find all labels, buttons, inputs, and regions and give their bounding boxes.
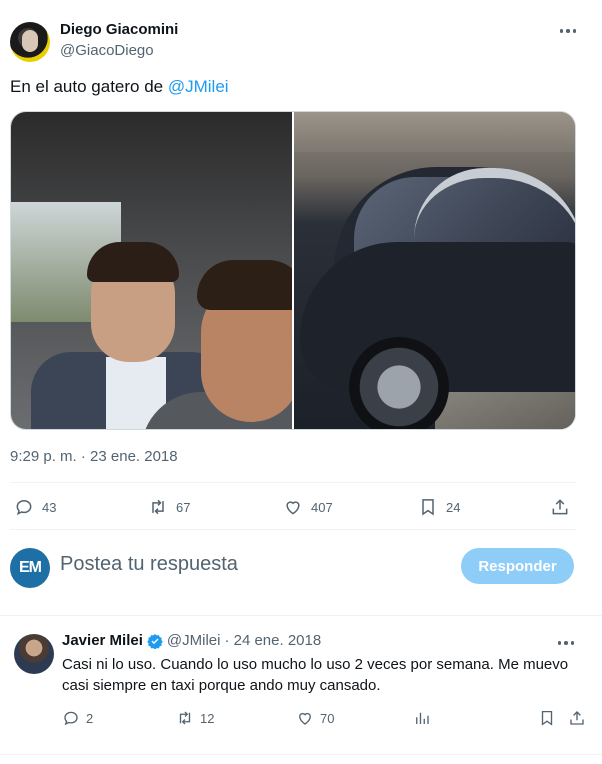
more-icon[interactable] xyxy=(556,22,580,40)
tweet-text-body: En el auto gatero de xyxy=(10,77,168,96)
reply-author-handle[interactable]: @JMilei xyxy=(167,632,221,649)
bookmark-icon xyxy=(422,499,434,516)
bookmark-count: 24 xyxy=(446,499,461,515)
avatar[interactable]: EM xyxy=(10,548,50,588)
reply-tweet: Javier Milei @JMilei · 24 ene. 2018 Casi… xyxy=(10,628,592,738)
like-button[interactable]: 407 xyxy=(283,491,333,523)
like-icon xyxy=(286,501,300,515)
analytics-button[interactable] xyxy=(413,706,431,730)
reply-input[interactable] xyxy=(60,553,420,576)
share-button[interactable] xyxy=(568,706,586,730)
photo-car[interactable] xyxy=(294,112,575,429)
reply-count: 43 xyxy=(42,499,57,515)
reply-composer: EM Responder xyxy=(10,544,576,594)
reply-text: Casi ni lo uso. Cuando lo uso mucho lo u… xyxy=(62,656,569,694)
retweet-count: 67 xyxy=(176,499,191,515)
divider xyxy=(10,529,576,530)
avatar[interactable] xyxy=(10,22,50,62)
reply-author-name[interactable]: Javier Milei xyxy=(62,632,143,649)
divider xyxy=(10,482,576,483)
share-icon xyxy=(570,711,584,725)
divider xyxy=(0,754,602,755)
reply-button[interactable]: 43 xyxy=(14,491,56,523)
tweet-header: Diego Giacomini @GiacoDiego xyxy=(10,18,592,64)
like-count: 70 xyxy=(320,710,335,726)
tweet-actions: 43 67 407 24 xyxy=(10,491,576,523)
like-button[interactable]: 70 xyxy=(296,706,334,730)
author-handle[interactable]: @GiacoDiego xyxy=(60,42,154,59)
bookmark-button[interactable]: 24 xyxy=(418,491,460,523)
like-icon xyxy=(299,712,311,725)
photo-selfie[interactable] xyxy=(11,112,292,429)
tweet-text: En el auto gatero de @JMilei xyxy=(10,77,229,97)
reply-header: Javier Milei @JMilei · 24 ene. 2018 xyxy=(62,632,321,649)
reply-button[interactable]: 2 xyxy=(62,706,93,730)
tweet-media xyxy=(10,111,576,430)
reply-count: 2 xyxy=(86,710,94,726)
section-separator xyxy=(0,615,602,616)
like-count: 407 xyxy=(311,499,333,515)
analytics-icon xyxy=(416,712,429,724)
retweet-icon xyxy=(179,711,191,725)
retweet-button[interactable]: 12 xyxy=(176,706,214,730)
reply-date[interactable]: · 24 ene. 2018 xyxy=(224,632,321,649)
avatar[interactable] xyxy=(14,634,54,674)
author-name[interactable]: Diego Giacomini xyxy=(60,21,178,38)
more-icon[interactable] xyxy=(554,634,578,652)
reply-actions: 2 12 70 xyxy=(64,706,592,730)
share-icon xyxy=(552,499,568,515)
bookmark-icon xyxy=(541,710,553,726)
share-button[interactable] xyxy=(550,491,570,523)
retweet-count: 12 xyxy=(200,710,215,726)
reply-icon xyxy=(16,499,32,516)
tweet-timestamp[interactable]: 9:29 p. m. · 23 ene. 2018 xyxy=(10,448,178,465)
bookmark-button[interactable] xyxy=(538,706,556,730)
retweet-button[interactable]: 67 xyxy=(148,491,190,523)
retweet-icon xyxy=(152,499,164,515)
reply-icon xyxy=(64,711,78,726)
verified-badge-icon xyxy=(147,633,163,649)
respond-button[interactable]: Responder xyxy=(461,548,574,584)
mention-link[interactable]: @JMilei xyxy=(168,77,229,96)
